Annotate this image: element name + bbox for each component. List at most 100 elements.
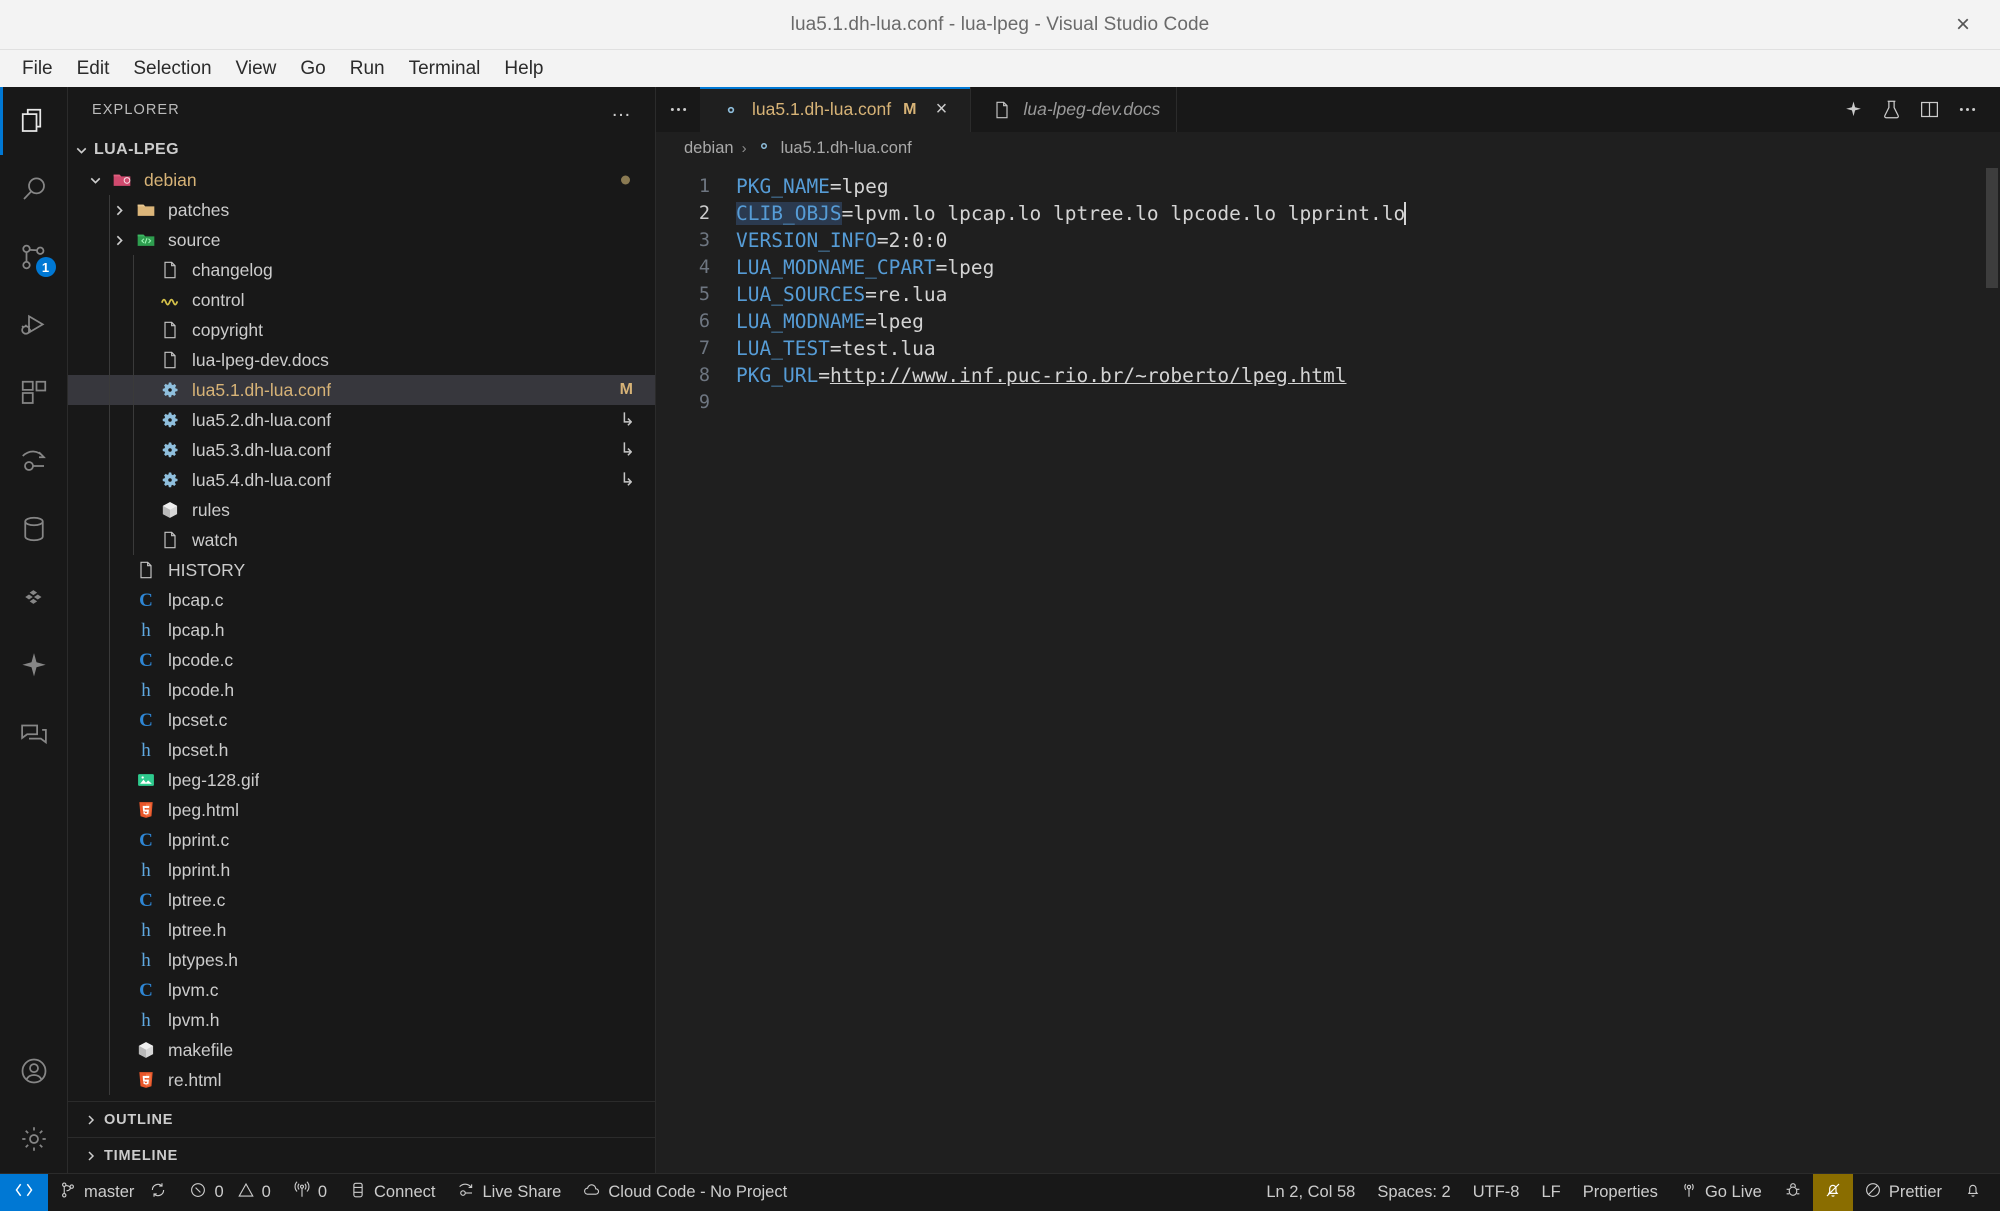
tab-close-icon[interactable]: × (928, 97, 954, 123)
menu-edit[interactable]: Edit (65, 55, 122, 83)
status-notifications-dnd[interactable] (1812, 1173, 1853, 1211)
breadcrumb-item-file[interactable]: lua5.1.dh-lua.conf (755, 137, 912, 160)
activity-source-control[interactable]: 1 (0, 223, 68, 291)
tabs-more-icon[interactable] (656, 87, 700, 132)
menu-help[interactable]: Help (492, 55, 555, 83)
code-line[interactable]: 8 PKG_URL=http://www.inf.puc-rio.br/~robe… (656, 362, 2000, 389)
status-ports[interactable]: 0 (282, 1174, 338, 1211)
tree-file-makefile[interactable]: makefile (68, 1035, 655, 1065)
code-line[interactable]: 7 LUA_TEST=test.lua (656, 335, 2000, 362)
code-lines[interactable]: 1 PKG_NAME=lpeg 2 CLIB_OBJS=lpvm.lo lpcap.l… (656, 164, 2000, 416)
source-control-badge: 1 (35, 257, 56, 277)
tree-file-lpcset-h[interactable]: h lpcset.h (68, 735, 655, 765)
status-editor-encoding[interactable]: UTF-8 (1462, 1174, 1531, 1211)
status-editor-indentation[interactable]: Spaces: 2 (1366, 1174, 1461, 1211)
status-debug-extension[interactable] (1773, 1174, 1813, 1211)
tree-file-watch[interactable]: watch (68, 525, 655, 555)
tab-lua51-dh-lua-conf[interactable]: lua5.1.dh-lua.conf M × (700, 87, 972, 132)
code-line[interactable]: 2 CLIB_OBJS=lpvm.lo lpcap.lo lptree.lo lp… (656, 200, 2000, 227)
tree-file-lua-lpeg-dev-docs[interactable]: lua-lpeg-dev.docs (68, 345, 655, 375)
status-notifications[interactable] (1953, 1174, 2000, 1211)
tree-file-lpvm-c[interactable]: Clpvm.c (68, 975, 655, 1005)
activity-live-share[interactable] (0, 427, 68, 495)
status-live-share[interactable]: Live Share (446, 1174, 572, 1211)
sidebar-section-timeline[interactable]: TIMELINE (68, 1137, 655, 1173)
tree-file-lpeg-html[interactable]: lpeg.html (68, 795, 655, 825)
status-editor-position[interactable]: Ln 2, Col 58 (1255, 1174, 1366, 1211)
code-line[interactable]: 5 LUA_SOURCES=re.lua (656, 281, 2000, 308)
tree-file-lua5-1-dh-lua-conf[interactable]: lua5.1.dh-lua.conf M (68, 375, 655, 405)
copilot-chat-action-button[interactable] (1834, 87, 1872, 132)
tree-file-history[interactable]: HISTORY (68, 555, 655, 585)
tree-item-label: lptypes.h (168, 949, 239, 970)
activity-copilot[interactable] (0, 631, 68, 699)
activity-run-and-debug[interactable] (0, 291, 68, 359)
tree-root-lua-lpeg[interactable]: LUA-LPEG (68, 135, 655, 165)
tree-file-lpprint-h[interactable]: h lpprint.h (68, 855, 655, 885)
tree-file-lpprint-c[interactable]: Clpprint.c (68, 825, 655, 855)
tree-file-changelog[interactable]: changelog (68, 255, 655, 285)
tree-file-lptree-h[interactable]: h lptree.h (68, 915, 655, 945)
tree-folder-debian[interactable]: debian (68, 165, 655, 195)
menu-file[interactable]: File (10, 55, 65, 83)
activity-accounts[interactable] (0, 1037, 68, 1105)
code-line[interactable]: 1 PKG_NAME=lpeg (656, 173, 2000, 200)
status-prettier[interactable]: Prettier (1853, 1174, 1953, 1211)
status-editor-language[interactable]: Properties (1572, 1174, 1669, 1211)
indent-guide (133, 525, 134, 555)
tree-file-rules[interactable]: rules (68, 495, 655, 525)
tree-file-lpcap-c[interactable]: Clpcap.c (68, 585, 655, 615)
activity-chat[interactable] (0, 699, 68, 767)
tab-lua-lpeg-dev-docs[interactable]: lua-lpeg-dev.docs (971, 87, 1178, 132)
status-git-branch[interactable]: master (48, 1174, 178, 1211)
tree-file-lptypes-h[interactable]: h lptypes.h (68, 945, 655, 975)
editor-scrollbar[interactable] (1986, 168, 1998, 288)
tree-file-lua5-4-dh-lua-conf[interactable]: lua5.4.dh-lua.conf ↳ (68, 465, 655, 495)
code-line[interactable]: 9 (656, 389, 2000, 416)
code-line[interactable]: 6 LUA_MODNAME=lpeg (656, 308, 2000, 335)
menu-go[interactable]: Go (288, 55, 337, 83)
breadcrumb-item-debian[interactable]: debian (684, 139, 734, 158)
status-editor-eol[interactable]: LF (1530, 1174, 1571, 1211)
status-connect[interactable]: Connect (338, 1174, 446, 1211)
menu-view[interactable]: View (224, 55, 289, 83)
tree-file-lpcset-c[interactable]: Clpcset.c (68, 705, 655, 735)
tree-file-control[interactable]: control (68, 285, 655, 315)
status-go-live[interactable]: Go Live (1669, 1174, 1773, 1211)
run-action-button[interactable] (1872, 87, 1910, 132)
explorer-more-actions-icon[interactable]: … (611, 100, 633, 120)
activity-manage-settings[interactable] (0, 1105, 68, 1173)
tree-file-re-html[interactable]: re.html (68, 1065, 655, 1095)
tree-folder-source[interactable]: source (68, 225, 655, 255)
menu-terminal[interactable]: Terminal (397, 55, 493, 83)
tree-file-lpvm-h[interactable]: h lpvm.h (68, 1005, 655, 1035)
tree-file-lpcap-h[interactable]: h lpcap.h (68, 615, 655, 645)
tree-file-lpeg-128-gif[interactable]: lpeg-128.gif (68, 765, 655, 795)
menu-selection[interactable]: Selection (121, 55, 223, 83)
tree-file-lptree-c[interactable]: Clptree.c (68, 885, 655, 915)
menu-run[interactable]: Run (338, 55, 397, 83)
code-line[interactable]: 3 VERSION_INFO=2:0:0 (656, 227, 2000, 254)
code-line[interactable]: 4 LUA_MODNAME_CPART=lpeg (656, 254, 2000, 281)
status-remote-indicator[interactable] (0, 1173, 48, 1211)
tree-file-lua5-3-dh-lua-conf[interactable]: lua5.3.dh-lua.conf ↳ (68, 435, 655, 465)
activity-docker[interactable] (0, 563, 68, 631)
config-value-link[interactable]: http://www.inf.puc-rio.br/~roberto/lpeg.… (830, 364, 1347, 387)
activity-database[interactable] (0, 495, 68, 563)
tree-file-lpcode-h[interactable]: h lpcode.h (68, 675, 655, 705)
tree-file-copyright[interactable]: copyright (68, 315, 655, 345)
tree-folder-patches[interactable]: patches (68, 195, 655, 225)
sidebar-section-outline[interactable]: OUTLINE (68, 1101, 655, 1137)
tree-file-lua5-2-dh-lua-conf[interactable]: lua5.2.dh-lua.conf ↳ (68, 405, 655, 435)
window-close-button[interactable]: × (1948, 12, 1978, 37)
status-cloud-code[interactable]: Cloud Code - No Project (572, 1174, 798, 1211)
status-problems[interactable]: 0 0 (178, 1174, 281, 1211)
code-editor[interactable]: 1 PKG_NAME=lpeg 2 CLIB_OBJS=lpvm.lo lpcap.l… (656, 164, 2000, 1173)
activity-explorer[interactable] (0, 87, 68, 155)
tree-file-lpcode-c[interactable]: Clpcode.c (68, 645, 655, 675)
file-tree[interactable]: LUA-LPEG debian patches source changelog con… (68, 133, 655, 1101)
split-editor-button[interactable] (1910, 87, 1948, 132)
editor-more-actions-button[interactable] (1948, 87, 1986, 132)
activity-extensions[interactable] (0, 359, 68, 427)
activity-search[interactable] (0, 155, 68, 223)
